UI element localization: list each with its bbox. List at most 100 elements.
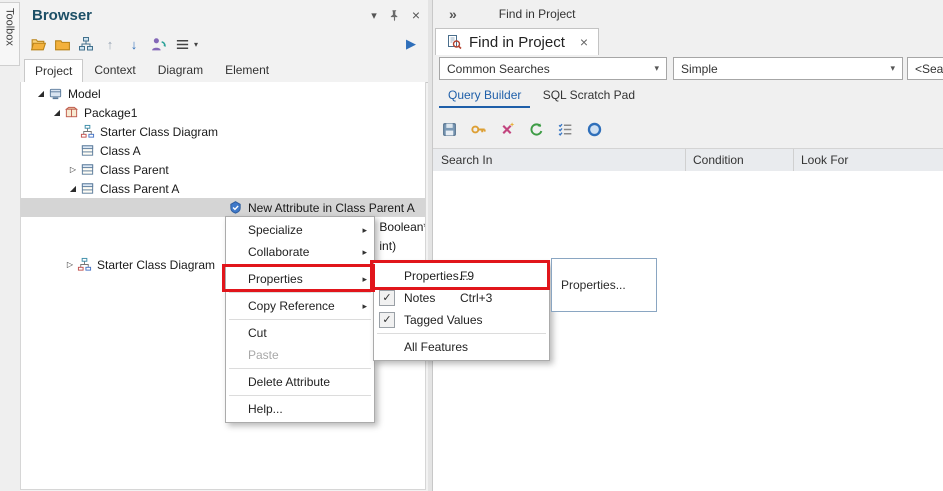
column-header-search-in[interactable]: Search In (441, 153, 492, 167)
help-ring-icon[interactable] (584, 119, 604, 139)
tree-item-label: Class A (100, 144, 141, 158)
chevron-down-icon[interactable]: ▾ (654, 63, 659, 74)
toolbox-side-tab[interactable]: Toolbox (0, 2, 20, 66)
move-down-icon[interactable]: ↓ (124, 34, 144, 54)
menu-item-cut[interactable]: Cut (226, 322, 374, 344)
key-search-icon[interactable] (468, 119, 488, 139)
menu-item-specialize[interactable]: Specialize ▸ (226, 219, 374, 241)
submenu-item-tagged-values[interactable]: ✓ Tagged Values (374, 309, 549, 331)
submenu-arrow-icon: ▸ (362, 268, 367, 290)
menu-item-delete-attribute[interactable]: Delete Attribute (226, 371, 374, 393)
tab-project[interactable]: Project (24, 59, 83, 83)
hierarchy-icon[interactable] (76, 34, 96, 54)
tab-find-in-project[interactable]: Find in Project × (435, 28, 599, 55)
menu-separator (229, 292, 371, 293)
tree-item-class-parent[interactable]: ▷ Class Parent (21, 160, 425, 179)
tree-item-label: Starter Class Diagram (97, 258, 215, 272)
class-icon (80, 181, 95, 196)
simple-mode-dropdown[interactable]: Simple ▾ (673, 57, 903, 80)
tree-item-label: Package1 (84, 106, 137, 120)
tree-item-class-parent-a[interactable]: ◢ Class Parent A (21, 179, 425, 198)
open-folder-icon[interactable] (28, 34, 48, 54)
checkbox-checked-icon[interactable]: ✓ (379, 312, 395, 328)
save-icon[interactable] (439, 119, 459, 139)
column-header-look-for[interactable]: Look For (801, 153, 848, 167)
app-window: Toolbox Browser ▾ × ↑ ↓ ▾ ▶ Project Cont… (0, 0, 943, 491)
menu-caret-icon[interactable]: ▾ (194, 40, 198, 49)
search-term-field[interactable]: <Sea (907, 57, 943, 80)
submenu-item-properties[interactable]: Properties... F9 (374, 265, 549, 287)
menu-item-label: All Features (404, 340, 468, 354)
menu-item-label: Delete Attribute (248, 375, 330, 389)
menu-item-properties[interactable]: Properties ▸ (226, 268, 374, 290)
find-toolbar (433, 114, 943, 144)
menu-item-label: Paste (248, 348, 279, 362)
tab-query-builder[interactable]: Query Builder (439, 84, 530, 108)
find-panel-caption-bar: » Find in Project (433, 0, 943, 28)
browser-tab-bar: Project Context Diagram Element (20, 58, 428, 83)
tree-item-starter-class-diagram[interactable]: Starter Class Diagram (21, 122, 425, 141)
dropdown-value: Simple (681, 62, 718, 76)
refresh-icon[interactable] (526, 119, 546, 139)
titlebar-icons: ▾ × (371, 7, 420, 23)
submenu-arrow-icon: ▸ (362, 219, 367, 241)
class-icon (80, 162, 95, 177)
field-value: <Sea (915, 62, 943, 76)
properties-tooltip: Properties... (551, 258, 657, 312)
options-list-icon[interactable] (555, 119, 575, 139)
common-searches-dropdown[interactable]: Common Searches ▾ (439, 57, 667, 80)
expanded-arrow-icon[interactable]: ◢ (66, 184, 80, 193)
submenu-arrow-icon: ▸ (362, 295, 367, 317)
submenu-arrow-icon: ▸ (362, 241, 367, 263)
expanded-arrow-icon[interactable]: ◢ (34, 89, 48, 98)
model-icon (48, 86, 63, 101)
column-header-condition[interactable]: Condition (693, 153, 744, 167)
tab-diagram[interactable]: Diagram (147, 58, 214, 82)
chevron-down-icon[interactable]: ▾ (890, 63, 895, 74)
panel-caption: Find in Project (499, 7, 576, 21)
pin-icon[interactable] (388, 9, 401, 22)
move-up-icon[interactable]: ↑ (100, 34, 120, 54)
tree-item-label: Starter Class Diagram (100, 125, 218, 139)
submenu-item-all-features[interactable]: All Features (374, 336, 549, 358)
close-icon[interactable]: × (412, 7, 420, 23)
panel-menu-dropdown-icon[interactable]: ▾ (371, 9, 377, 22)
checkbox-checked-icon[interactable]: ✓ (379, 290, 395, 306)
menu-item-label: Copy Reference (248, 299, 335, 313)
find-document-icon (446, 34, 462, 50)
menu-item-label: Properties... (404, 269, 469, 283)
tree-item-class-a[interactable]: Class A (21, 141, 425, 160)
find-in-project-panel: » Find in Project Find in Project × Comm… (432, 0, 943, 491)
search-controls-row: Common Searches ▾ Simple ▾ <Sea (433, 57, 943, 80)
new-folder-icon[interactable] (52, 34, 72, 54)
tab-element[interactable]: Element (214, 58, 280, 82)
tree-item-package1[interactable]: ◢ Package1 (21, 103, 425, 122)
menu-separator (229, 265, 371, 266)
menu-separator (229, 395, 371, 396)
builder-tab-bar: Query Builder SQL Scratch Pad (433, 84, 943, 108)
menu-item-copy-reference[interactable]: Copy Reference ▸ (226, 295, 374, 317)
menu-item-label: Collaborate (248, 245, 309, 259)
toolbox-label: Toolbox (4, 8, 16, 65)
user-sync-icon[interactable] (148, 34, 168, 54)
class-diagram-icon (80, 124, 95, 139)
menu-item-help[interactable]: Help... (226, 398, 374, 420)
tree-item-model[interactable]: ◢ Model (21, 84, 425, 103)
tab-sql-scratch-pad[interactable]: SQL Scratch Pad (534, 84, 644, 106)
results-header-row: Search In Condition Look For (433, 148, 943, 172)
collapsed-arrow-icon[interactable]: ▷ (66, 165, 80, 174)
tab-close-icon[interactable]: × (580, 34, 588, 50)
expanded-arrow-icon[interactable]: ◢ (50, 108, 64, 117)
menu-item-label: Notes (404, 291, 435, 305)
toolbox-strip: Toolbox (0, 0, 21, 491)
navigate-forward-icon[interactable]: ▶ (406, 36, 416, 52)
menu-item-collaborate[interactable]: Collaborate ▸ (226, 241, 374, 263)
tree-item-new-attribute[interactable]: New Attribute in Class Parent A (21, 198, 425, 217)
collapsed-arrow-icon[interactable]: ▷ (63, 260, 77, 269)
hamburger-menu-icon[interactable] (172, 34, 192, 54)
submenu-item-notes[interactable]: ✓ Notes Ctrl+3 (374, 287, 549, 309)
tab-context[interactable]: Context (83, 58, 146, 82)
collapse-panel-icon[interactable]: » (449, 6, 457, 22)
tab-label: Find in Project (469, 34, 565, 51)
clear-search-icon[interactable] (497, 119, 517, 139)
